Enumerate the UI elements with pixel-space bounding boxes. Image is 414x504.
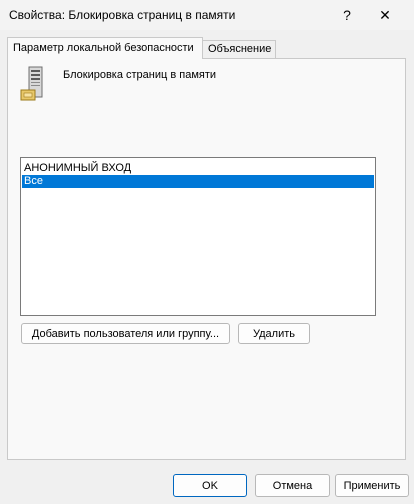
tab-local-security-setting[interactable]: Параметр локальной безопасности bbox=[7, 37, 203, 59]
remove-button[interactable]: Удалить bbox=[238, 323, 310, 344]
tab-explain[interactable]: Объяснение bbox=[202, 40, 276, 59]
list-item-everyone[interactable]: Все bbox=[22, 175, 374, 188]
list-item-anonymous-logon[interactable]: АНОНИМНЫЙ ВХОД bbox=[22, 162, 374, 175]
policy-name: Блокировка страниц в памяти bbox=[63, 69, 217, 81]
add-user-or-group-button[interactable]: Добавить пользователя или группу... bbox=[21, 323, 230, 344]
title-bar: Свойства: Блокировка страниц в памяти ? … bbox=[0, 0, 414, 30]
server-icon bbox=[20, 66, 43, 101]
window-title: Свойства: Блокировка страниц в памяти bbox=[9, 8, 236, 22]
close-button[interactable]: ✕ bbox=[364, 0, 406, 30]
cancel-button[interactable]: Отмена bbox=[255, 474, 330, 497]
apply-button[interactable]: Применить bbox=[335, 474, 409, 497]
ok-button[interactable]: OK bbox=[173, 474, 247, 497]
help-button[interactable]: ? bbox=[326, 0, 368, 30]
accounts-listbox[interactable]: АНОНИМНЫЙ ВХОД Все bbox=[20, 157, 376, 316]
